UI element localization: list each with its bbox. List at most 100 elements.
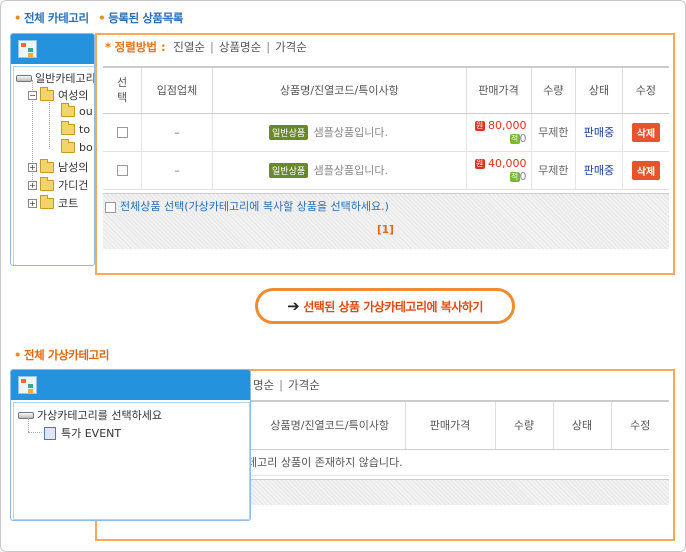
col-price: 판매가격	[404, 400, 495, 450]
sort-star: *	[105, 40, 112, 54]
select-all-label: 전체상품 선택(가상카테고리에 복사할 상품을 선택하세요.)	[120, 200, 389, 213]
folder-icon	[40, 158, 54, 173]
product-name-link[interactable]: 샘플상품입니다.	[314, 126, 388, 139]
tree-root[interactable]: 일반카테고리	[16, 70, 95, 86]
category-tree-panel: 일반카테고리 − 여성의 ou to bo + 남성의 + 가디건 + 코트	[10, 33, 95, 266]
folder-icon	[40, 86, 54, 101]
col-price: 판매가격	[465, 66, 532, 114]
folder-icon	[40, 176, 54, 191]
tree-root-label: 가상카테고리를 선택하세요	[37, 409, 162, 422]
virtual-tree-body: 가상카테고리를 선택하세요 특가 EVENT	[13, 402, 250, 520]
general-product-badge: 일반상품	[269, 163, 309, 179]
col-status: 상태	[552, 400, 611, 450]
virtual-sort-bar: 명순 | 가격순	[253, 377, 320, 393]
virtual-tree-panel: 가상카테고리를 선택하세요 특가 EVENT	[10, 369, 251, 521]
folder-icon	[61, 139, 75, 153]
vendor-cell: –	[141, 151, 213, 190]
point-value: 0	[519, 132, 527, 145]
tree-item-label: ou	[79, 105, 93, 118]
tree-hierarchy-icon	[18, 376, 37, 394]
sort-separator: |	[279, 378, 284, 392]
page-icon	[44, 426, 56, 440]
tree-item-coat[interactable]: + 코트	[28, 194, 79, 211]
point-icon: 적	[509, 134, 520, 144]
drive-icon	[16, 74, 32, 82]
product-list-panel: * 정렬방법 : 진열순 | 상품명순 | 가격순 선택 입점업체 상품명/진열코드/특…	[95, 33, 675, 275]
col-select: 선택	[103, 66, 142, 114]
point-value: 0	[519, 170, 527, 183]
collapse-icon[interactable]: −	[28, 90, 37, 100]
folder-icon	[61, 121, 75, 135]
table-row: – 일반상품 샘플상품입니다. 원 80,000 적0 무제한 판매중 삭제	[103, 113, 669, 152]
col-vendor: 입점업체	[141, 66, 213, 114]
virtual-tree-root[interactable]: 가상카테고리를 선택하세요	[18, 407, 162, 423]
sort-bar: * 정렬방법 : 진열순 | 상품명순 | 가격순	[105, 39, 307, 55]
folder-icon	[61, 103, 75, 117]
copy-to-virtual-category-button[interactable]: ➔ 선택된 상품 가상카테고리에 복사하기	[255, 288, 515, 324]
sort-by-name[interactable]: 명순	[253, 378, 274, 392]
delete-button[interactable]: 삭제	[631, 160, 661, 180]
tree-item-men[interactable]: + 남성의	[28, 158, 89, 175]
col-product-name: 상품명/진열코드/특이사항	[212, 66, 467, 114]
sort-by-price[interactable]: 가격순	[275, 40, 307, 54]
col-edit: 수정	[621, 66, 669, 114]
select-all-row[interactable]: 전체상품 선택(가상카테고리에 복사할 상품을 선택하세요.)	[105, 198, 389, 214]
tree-item-label: 여성의	[58, 89, 89, 102]
virtual-tree-item-special-event[interactable]: 특가 EVENT	[44, 425, 121, 441]
folder-icon	[40, 194, 54, 209]
tree-item-cardigan[interactable]: + 가디건	[28, 176, 89, 193]
tree-hierarchy-icon	[18, 40, 37, 58]
select-all-checkbox[interactable]	[105, 201, 116, 213]
section-title-virtual: • 전체 가상카테고리	[14, 348, 109, 362]
section-prefix: 전체 카테고리	[23, 11, 89, 25]
arrow-right-icon: ➔	[287, 297, 300, 315]
expand-icon[interactable]: +	[28, 180, 37, 190]
tree-header	[11, 34, 94, 64]
tree-item-to[interactable]: to	[61, 121, 91, 136]
tree-item-ou[interactable]: ou	[61, 103, 93, 118]
quantity-cell: 무제한	[530, 151, 576, 190]
tree-header	[11, 370, 250, 400]
status-text: 판매중	[583, 164, 615, 177]
status-text: 판매중	[583, 126, 615, 139]
section-title-text: 전체 가상카테고리	[23, 348, 109, 362]
col-status: 상태	[575, 66, 623, 114]
pagination[interactable]: [1]	[377, 224, 394, 236]
expand-icon[interactable]: +	[28, 162, 37, 172]
col-edit: 수정	[610, 400, 669, 450]
tree-item-label: bo	[79, 141, 93, 154]
point-icon: 적	[509, 172, 520, 182]
won-icon: 원	[474, 121, 485, 131]
tree-item-label: 가디건	[58, 179, 89, 192]
sort-by-price[interactable]: 가격순	[288, 378, 320, 392]
section-title-text: 등록된 상품목록	[108, 11, 184, 25]
sort-by-name[interactable]: 상품명순	[219, 40, 261, 54]
section-title-products: • 전체 카테고리 • 등록된 상품목록	[14, 11, 184, 25]
tree-item-women[interactable]: − 여성의	[28, 86, 89, 103]
tree-item-label: to	[79, 123, 91, 136]
sort-label: 정렬방법 :	[114, 40, 166, 54]
won-icon: 원	[474, 159, 485, 169]
vendor-cell: –	[141, 113, 213, 152]
delete-button[interactable]: 삭제	[631, 122, 661, 142]
drive-icon	[18, 411, 34, 419]
row-checkbox[interactable]	[116, 127, 128, 138]
row-checkbox[interactable]	[116, 165, 128, 176]
product-name-link[interactable]: 샘플상품입니다.	[314, 164, 388, 177]
price-value: 40,000	[488, 157, 527, 170]
sort-separator: |	[266, 40, 271, 54]
table-row: – 일반상품 샘플상품입니다. 원 40,000 적0 무제한 판매중 삭제	[103, 151, 669, 190]
tree-root-label: 일반카테고리	[35, 72, 95, 85]
sort-separator: |	[210, 40, 214, 54]
tree-item-label: 특가 EVENT	[61, 427, 122, 440]
copy-button-label: 선택된 상품 가상카테고리에 복사하기	[303, 299, 483, 314]
expand-icon[interactable]: +	[28, 198, 37, 208]
price-value: 80,000	[488, 119, 527, 132]
sort-by-display-order[interactable]: 진열순	[173, 40, 205, 54]
quantity-cell: 무제한	[530, 113, 576, 152]
tree-item-label: 남성의	[58, 161, 89, 174]
product-table: 선택 입점업체 상품명/진열코드/특이사항 판매가격 수량 상태 수정 – 일반…	[103, 66, 669, 190]
tree-item-bo[interactable]: bo	[61, 139, 93, 154]
tree-body: 일반카테고리 − 여성의 ou to bo + 남성의 + 가디건 + 코트	[13, 66, 95, 265]
tree-item-label: 코트	[58, 197, 79, 210]
